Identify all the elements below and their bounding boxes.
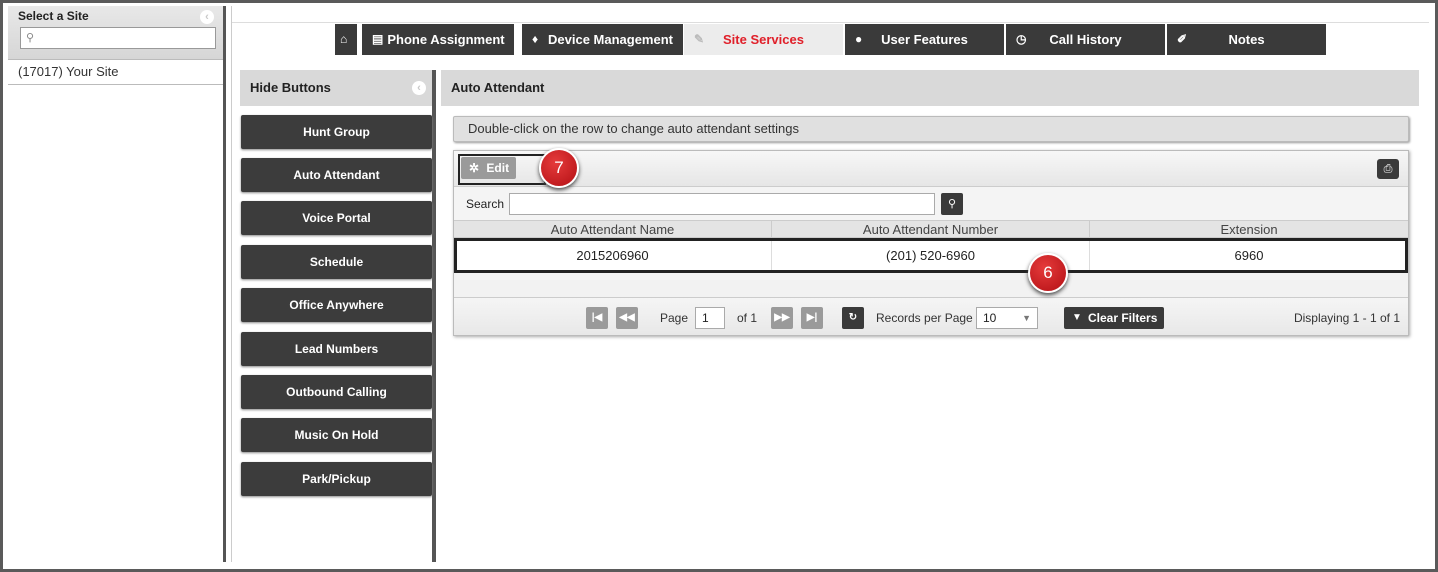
cell-attendant-name: 2015206960 — [454, 239, 772, 273]
chevron-down-icon: ▼ — [1022, 313, 1031, 323]
page-number-input[interactable]: 1 — [695, 307, 725, 329]
last-page-icon[interactable]: ▶| — [801, 307, 823, 329]
grid-search-input[interactable] — [509, 193, 935, 215]
content-area: Auto Attendant Double-click on the row t… — [441, 70, 1419, 562]
clear-filters-button[interactable]: ▼ Clear Filters — [1064, 307, 1164, 329]
prev-page-icon[interactable]: ◀◀ — [616, 307, 638, 329]
hide-buttons-header[interactable]: Hide Buttons ‹ — [240, 70, 432, 106]
tab-bar: ⌂ ▤ Phone Assignment ♦ Device Management… — [232, 22, 1429, 56]
tab-site-services[interactable]: ✎ Site Services — [684, 24, 843, 55]
lead-numbers-button[interactable]: Lead Numbers — [241, 332, 432, 366]
auto-attendant-button[interactable]: Auto Attendant — [241, 158, 432, 192]
site-panel-header: Select a Site ‹ ⚲ — [8, 6, 223, 60]
home-icon: ⌂ — [340, 32, 348, 46]
music-on-hold-button[interactable]: Music On Hold — [241, 418, 432, 452]
records-per-page-select[interactable]: 10 ▼ — [976, 307, 1038, 329]
records-per-page-label: Records per Page — [876, 311, 973, 325]
refresh-icon[interactable]: ↻ — [842, 307, 864, 329]
site-list-item[interactable]: (17017) Your Site — [8, 60, 223, 85]
site-panel-title: Select a Site — [18, 9, 89, 23]
next-page-icon[interactable]: ▶▶ — [771, 307, 793, 329]
page-of-label: of 1 — [737, 311, 758, 325]
collapse-sidebar-icon[interactable]: ‹ — [412, 81, 426, 95]
tab-call-history[interactable]: ◷ Call History — [1006, 24, 1165, 55]
voice-portal-button[interactable]: Voice Portal — [241, 201, 432, 235]
cell-extension: 6960 — [1234, 248, 1264, 263]
tab-device-management[interactable]: ♦ Device Management — [522, 24, 683, 55]
edit-highlight-box — [458, 154, 546, 185]
tab-phone-assignment[interactable]: ▤ Phone Assignment — [362, 24, 514, 55]
search-icon[interactable]: ⚲ — [941, 193, 963, 215]
step-callout-7: 7 — [539, 148, 579, 188]
hunt-group-button[interactable]: Hunt Group — [241, 115, 432, 149]
print-icon[interactable]: ⎙ — [1377, 159, 1399, 179]
search-icon: ⚲ — [26, 32, 35, 44]
outbound-calling-button[interactable]: Outbound Calling — [241, 375, 432, 409]
records-per-page-value: 10 — [983, 311, 997, 325]
auto-attendant-grid: ✲ Edit ⎙ Search ⚲ Auto Attendant Name Au… — [453, 150, 1409, 336]
content-title: Auto Attendant — [441, 70, 1419, 106]
column-header-number[interactable]: Auto Attendant Number — [772, 221, 1090, 238]
office-anywhere-button[interactable]: Office Anywhere — [241, 288, 432, 322]
hide-buttons-label: Hide Buttons — [250, 80, 331, 95]
tab-user-features[interactable]: ● User Features — [845, 24, 1004, 55]
pager: |◀ ◀◀ Page 1 of 1 ▶▶ ▶| ↻ Records per Pa… — [454, 297, 1408, 335]
column-header-extension[interactable]: Extension — [1090, 221, 1408, 238]
instruction-notice: Double-click on the row to change auto a… — [453, 116, 1409, 142]
grid-toolbar: ✲ Edit ⎙ — [454, 151, 1408, 187]
step-callout-6: 6 — [1028, 253, 1068, 293]
table-row[interactable]: 2015206960 (201) 520-6960 6960 — [454, 239, 1408, 273]
park-pickup-button[interactable]: Park/Pickup — [241, 462, 432, 496]
search-label: Search — [466, 197, 505, 211]
filter-icon: ▼ — [1072, 312, 1082, 323]
page-label: Page — [660, 311, 689, 325]
clear-filters-label: Clear Filters — [1088, 311, 1158, 325]
site-search-input[interactable]: ⚲ — [20, 27, 216, 49]
tab-home[interactable]: ⌂ — [335, 24, 357, 55]
search-row: Search ⚲ — [454, 187, 1408, 221]
collapse-left-icon[interactable]: ‹ — [200, 10, 214, 24]
column-header-name[interactable]: Auto Attendant Name — [454, 221, 772, 238]
tab-notes[interactable]: ✐ Notes — [1167, 24, 1326, 55]
services-sidebar: Hide Buttons ‹ Hunt Group Auto Attendant… — [240, 70, 436, 562]
schedule-button[interactable]: Schedule — [241, 245, 432, 279]
site-panel: Select a Site ‹ ⚲ (17017) Your Site — [8, 6, 226, 562]
records-display: Displaying 1 - 1 of 1 — [1293, 311, 1400, 325]
first-page-icon[interactable]: |◀ — [586, 307, 608, 329]
